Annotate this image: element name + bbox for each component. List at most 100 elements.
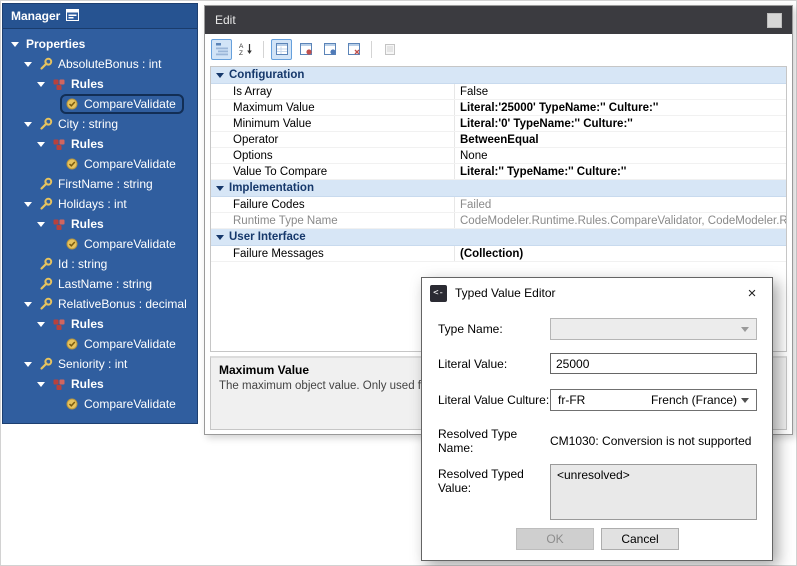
- collapse-chevron-icon: [216, 234, 224, 244]
- literal-value-input[interactable]: 25000: [550, 353, 757, 374]
- property-value[interactable]: Literal:'0' TypeName:'' Culture:'': [455, 116, 786, 131]
- property-value[interactable]: False: [455, 84, 786, 99]
- expander-icon[interactable]: [35, 378, 47, 391]
- expander-icon[interactable]: [9, 38, 21, 51]
- expander-icon[interactable]: [22, 358, 34, 371]
- tree-item-comparevalidate[interactable]: CompareValidate: [3, 394, 197, 414]
- tree-item-city-string[interactable]: City : string: [3, 114, 197, 134]
- property-icon: [39, 117, 53, 131]
- tree-item-rules[interactable]: Rules: [3, 214, 197, 234]
- tree-item-label: FirstName : string: [58, 177, 153, 191]
- category-implementation[interactable]: Implementation: [211, 180, 786, 197]
- tree-item-comparevalidate[interactable]: CompareValidate: [3, 154, 197, 174]
- tree-item-label: Rules: [71, 217, 104, 231]
- expander-icon[interactable]: [35, 318, 47, 331]
- property-icon: [39, 297, 53, 311]
- expander-icon[interactable]: [22, 118, 34, 131]
- tree-item-absolutebonus-int[interactable]: AbsoluteBonus : int: [3, 54, 197, 74]
- literal-value-culture-label: Literal Value Culture:: [438, 393, 550, 407]
- model-tree-panel: Manager Properties AbsoluteBonus : int Rul…: [2, 3, 198, 424]
- category-configuration[interactable]: Configuration: [211, 67, 786, 84]
- property-value[interactable]: Literal:'' TypeName:'' Culture:'': [455, 164, 786, 179]
- property-pages-icon: [379, 39, 400, 60]
- property-row-value-to-compare[interactable]: Value To Compare Literal:'' TypeName:'' C…: [211, 164, 786, 180]
- sort-alphabetical-icon[interactable]: AZ: [235, 39, 256, 60]
- expander-icon[interactable]: [35, 78, 47, 91]
- svg-text:A: A: [239, 43, 244, 50]
- property-value[interactable]: BetweenEqual: [455, 132, 786, 147]
- literal-value-text: 25000: [556, 356, 590, 371]
- tree-item-relativebonus-decimal[interactable]: RelativeBonus : decimal: [3, 294, 197, 314]
- tree-item-lastname-string[interactable]: LastName : string: [3, 274, 197, 294]
- property-row-failure-codes[interactable]: Failure Codes Failed: [211, 197, 786, 213]
- culture-code: fr-FR: [558, 393, 586, 407]
- tree-item-rules[interactable]: Rules: [3, 374, 197, 394]
- tree-item-label: Rules: [71, 137, 104, 151]
- property-row-runtime-type-name[interactable]: Runtime Type Name CodeModeler.Runtime.Rul…: [211, 213, 786, 229]
- property-name: Operator: [211, 132, 455, 147]
- category-user-interface[interactable]: User Interface: [211, 229, 786, 246]
- categorized-icon[interactable]: [211, 38, 232, 60]
- property-row-operator[interactable]: Operator BetweenEqual: [211, 132, 786, 148]
- expander-icon[interactable]: [22, 198, 34, 211]
- dialog-close-button[interactable]: ×: [732, 279, 772, 308]
- tree-item-rules[interactable]: Rules: [3, 134, 197, 154]
- literal-value-culture-dropdown[interactable]: fr-FR French (France): [550, 389, 757, 411]
- tree-item-firstname-string[interactable]: FirstName : string: [3, 174, 197, 194]
- tree-item-seniority-int[interactable]: Seniority : int: [3, 354, 197, 374]
- rules-icon: [52, 77, 66, 91]
- category-label: Configuration: [229, 69, 305, 81]
- property-icon: [39, 357, 53, 371]
- tree-item-rules[interactable]: Rules: [3, 314, 197, 334]
- dialog-buttons: OK Cancel: [516, 528, 679, 550]
- resolved-typed-value-text: <unresolved>: [557, 468, 630, 482]
- edit-close-button[interactable]: [767, 12, 782, 28]
- tree-title: Manager: [11, 9, 61, 23]
- property-row-failure-messages[interactable]: Failure Messages (Collection): [211, 246, 786, 262]
- rules-icon: [52, 317, 66, 331]
- property-row-options[interactable]: Options None: [211, 148, 786, 164]
- property-name: Maximum Value: [211, 100, 455, 115]
- property-row-maximum-value[interactable]: Maximum Value Literal:'25000' TypeName:''…: [211, 100, 786, 116]
- tree-item-id-string[interactable]: Id : string: [3, 254, 197, 274]
- collapse-chevron-icon: [216, 72, 224, 82]
- tree-item-label: Seniority : int: [58, 357, 128, 371]
- grid-view-c-icon[interactable]: [319, 39, 340, 60]
- typed-value-editor-dialog: <- Typed Value Editor × Type Name: Liter…: [421, 277, 773, 561]
- property-icon: [39, 277, 53, 291]
- cancel-button[interactable]: Cancel: [601, 528, 679, 550]
- property-row-minimum-value[interactable]: Minimum Value Literal:'0' TypeName:'' Cul…: [211, 116, 786, 132]
- expander-icon[interactable]: [35, 218, 47, 231]
- property-value[interactable]: Failed: [455, 197, 786, 212]
- property-value[interactable]: Literal:'25000' TypeName:'' Culture:'': [455, 100, 786, 115]
- property-name: Failure Codes: [211, 197, 455, 212]
- property-name: Failure Messages: [211, 246, 455, 261]
- grid-view-a-icon[interactable]: [271, 38, 292, 60]
- edit-window-title: Edit: [215, 13, 236, 27]
- tree-item-comparevalidate[interactable]: CompareValidate: [3, 334, 197, 354]
- grid-view-b-icon[interactable]: [295, 39, 316, 60]
- grid-view-d-icon[interactable]: [343, 39, 364, 60]
- ok-button: OK: [516, 528, 594, 550]
- property-value[interactable]: CodeModeler.Runtime.Rules.CompareValidat…: [455, 213, 786, 228]
- tree-item-holidays-int[interactable]: Holidays : int: [3, 194, 197, 214]
- property-value[interactable]: (Collection): [455, 246, 786, 261]
- tree-item-comparevalidate[interactable]: CompareValidate: [3, 94, 197, 114]
- tree-item-properties[interactable]: Properties: [3, 34, 197, 54]
- tree-item-comparevalidate[interactable]: CompareValidate: [3, 234, 197, 254]
- property-row-is-array[interactable]: Is Array False: [211, 84, 786, 100]
- property-icon: [39, 257, 53, 271]
- dialog-titlebar: <- Typed Value Editor ×: [422, 278, 772, 308]
- expander-icon[interactable]: [35, 138, 47, 151]
- expander-icon[interactable]: [22, 58, 34, 71]
- expander-icon[interactable]: [22, 298, 34, 311]
- tree-item-rules[interactable]: Rules: [3, 74, 197, 94]
- tree-item-label: Properties: [26, 37, 86, 51]
- rules-icon: [52, 217, 66, 231]
- property-value[interactable]: None: [455, 148, 786, 163]
- tree-item-label: CompareValidate: [84, 97, 176, 111]
- dialog-title: Typed Value Editor: [455, 286, 556, 300]
- property-name: Minimum Value: [211, 116, 455, 131]
- resolved-type-name-label: Resolved Type Name:: [438, 427, 518, 455]
- manager-icon: [66, 9, 80, 23]
